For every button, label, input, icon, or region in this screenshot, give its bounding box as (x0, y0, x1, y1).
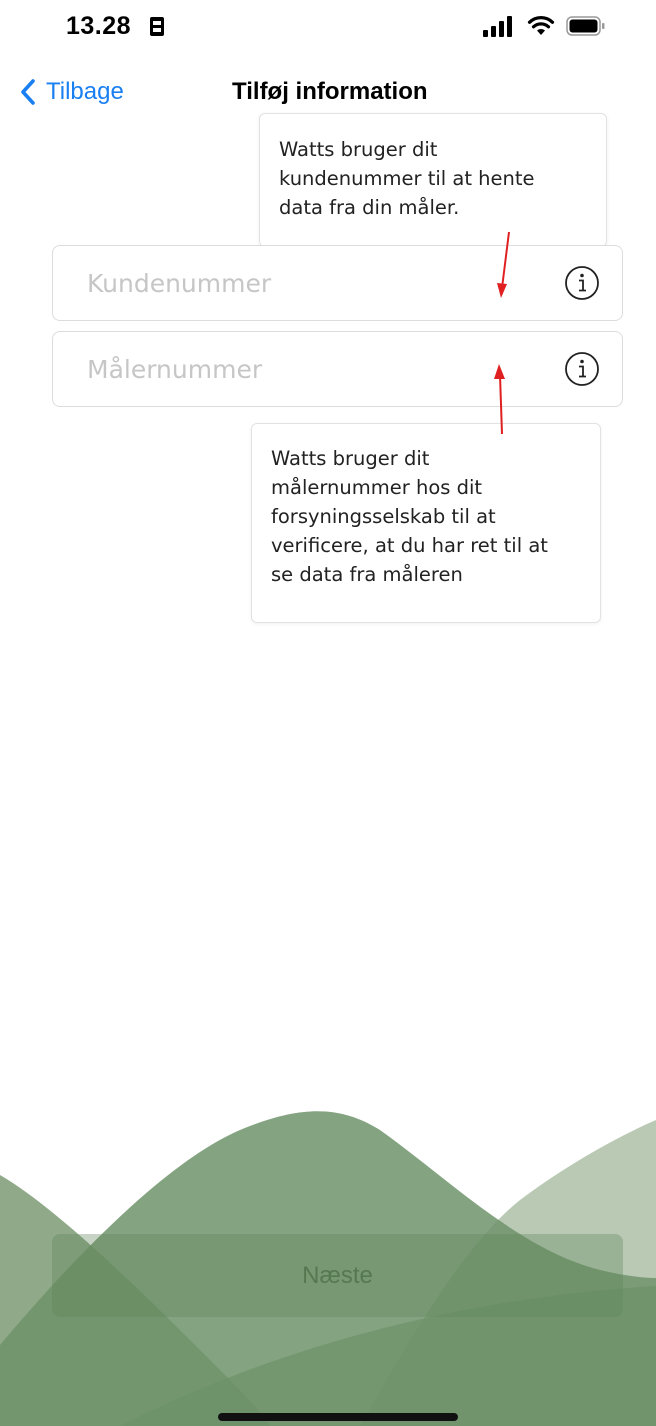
next-button-label: Næste (302, 1261, 373, 1289)
tooltip-line: kundenummer til at hente (279, 167, 535, 190)
tooltip-line: målernummer hos dit (271, 476, 483, 499)
status-time: 13.28 (66, 12, 132, 40)
customer-number-field[interactable] (52, 245, 623, 321)
meter-number-input[interactable] (53, 332, 543, 406)
back-button[interactable]: Tilbage (20, 76, 124, 108)
customer-number-input[interactable] (53, 246, 543, 320)
chevron-left-icon (21, 79, 35, 105)
tooltip-line: Watts bruger dit (279, 138, 438, 161)
tooltip-line: se data fra måleren (271, 563, 463, 586)
page-title: Tilføj information (232, 78, 428, 105)
sim-card-icon (150, 17, 164, 36)
next-button[interactable]: Næste (52, 1234, 623, 1317)
back-label: Tilbage (46, 78, 124, 105)
battery-icon (566, 16, 605, 36)
status-bar: 13.28 (0, 0, 656, 50)
cellular-signal-icon (483, 16, 512, 37)
meter-number-tooltip: Watts bruger dit målernummer hos dit for… (251, 423, 601, 623)
tooltip-line: verificere, at du har ret til at (271, 534, 548, 557)
home-indicator (218, 1413, 458, 1421)
navigation-bar: Tilbage Tilføj information (0, 70, 656, 114)
customer-number-tooltip: Watts bruger dit kundenummer til at hent… (259, 113, 607, 247)
wifi-icon (527, 16, 555, 35)
info-icon[interactable] (564, 265, 600, 301)
meter-number-field[interactable] (52, 331, 623, 407)
tooltip-line: Watts bruger dit (271, 447, 430, 470)
tooltip-line: data fra din måler. (279, 196, 460, 219)
info-icon[interactable] (564, 351, 600, 387)
tooltip-line: forsyningsselskab til at (271, 505, 496, 528)
